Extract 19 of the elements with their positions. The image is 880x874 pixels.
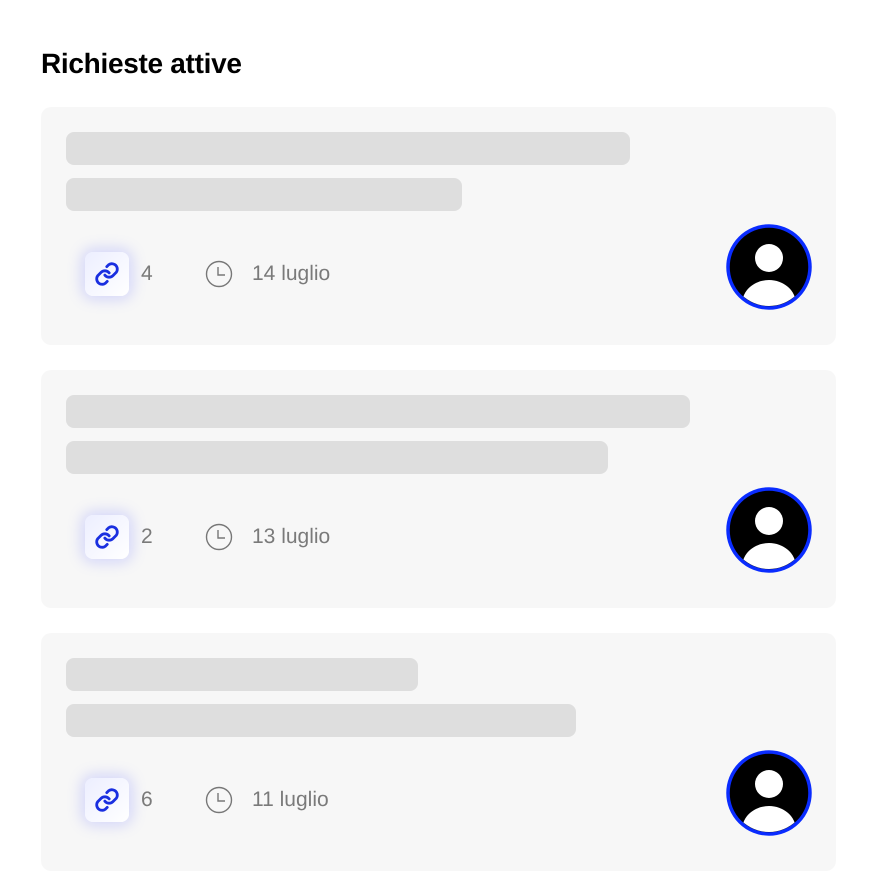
avatar-icon [726, 487, 812, 573]
clock-icon [205, 522, 233, 550]
link-icon [94, 786, 120, 812]
link-icon [94, 524, 120, 550]
request-card[interactable]: 2 13 luglio [41, 370, 836, 608]
request-date: 11 luglio [252, 788, 329, 812]
avatar-icon [726, 750, 812, 836]
clock-icon [205, 260, 233, 288]
request-card[interactable]: 6 11 luglio [41, 633, 836, 871]
request-card[interactable]: 4 14 luglio [41, 107, 836, 345]
avatar-icon [726, 224, 812, 310]
link-count: 4 [141, 262, 154, 286]
section-title: Richieste attive [41, 48, 243, 80]
request-date: 14 luglio [252, 262, 330, 286]
link-icon [94, 260, 120, 286]
link-count: 2 [141, 524, 154, 548]
clock-icon [205, 786, 233, 814]
request-date: 13 luglio [252, 524, 330, 548]
link-count: 6 [141, 788, 154, 812]
